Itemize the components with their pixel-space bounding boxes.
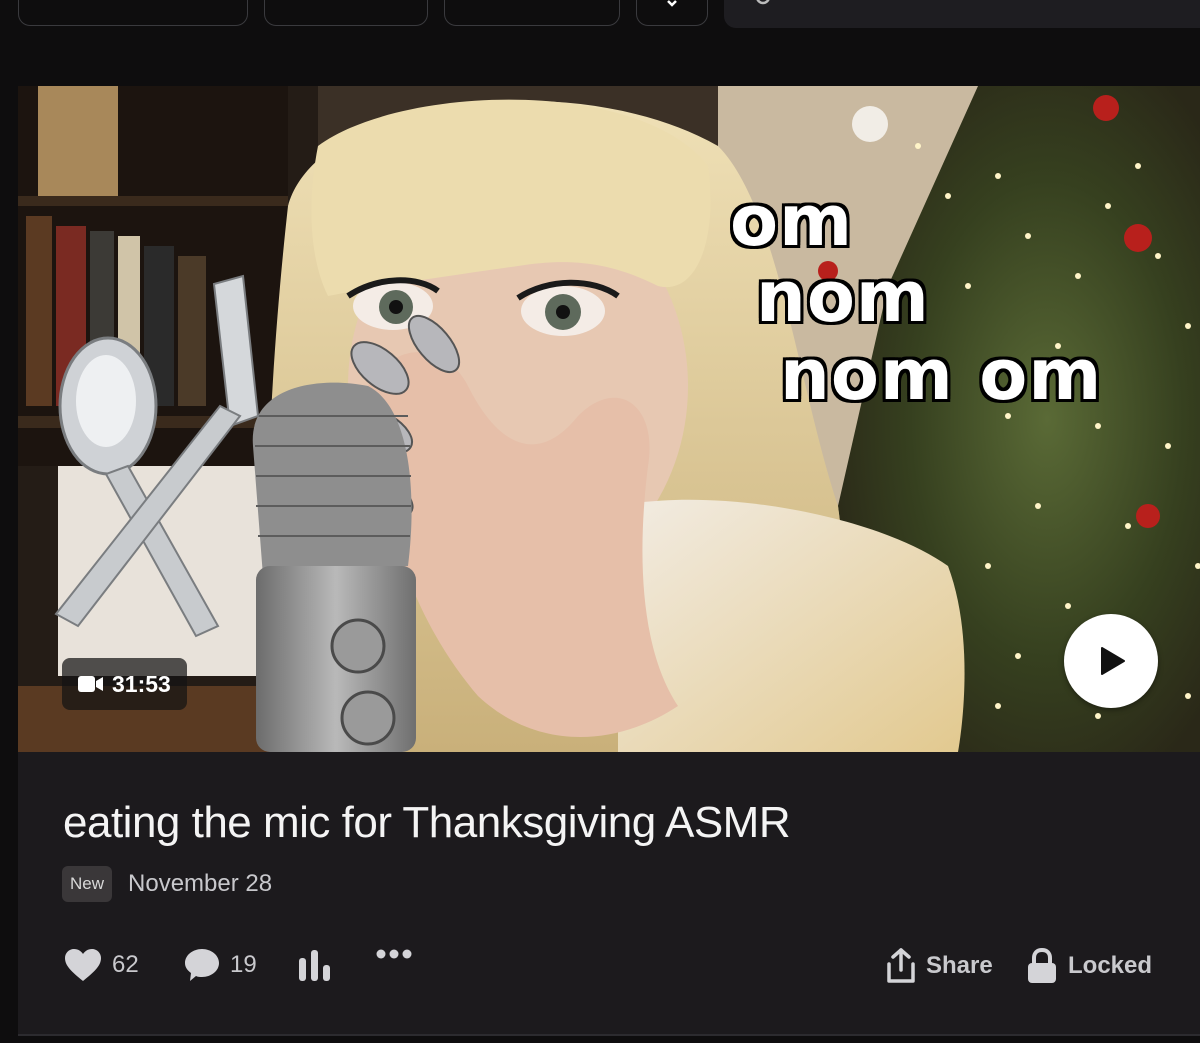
locked-label: Locked (1068, 952, 1153, 979)
thumbnail-overlay-line-1: om (730, 180, 854, 262)
sort-dropdown[interactable] (636, 0, 708, 26)
post-date: November 28 (128, 870, 273, 897)
search-input[interactable] (724, 0, 1200, 28)
duration-text: 31:53 (112, 670, 171, 697)
more-options-button[interactable] (376, 948, 412, 960)
search-icon (756, 0, 770, 5)
like-button[interactable]: 62 (64, 948, 139, 982)
lock-icon (1028, 948, 1056, 983)
post-card[interactable]: om nom nom om 31:53 eating the mic for T… (18, 86, 1200, 1034)
post-actions: 62 19 Share Locked (64, 948, 1164, 988)
share-button[interactable]: Share (886, 948, 993, 984)
play-icon (1101, 647, 1125, 675)
thumbnail-overlay-line-2: nom (756, 256, 930, 338)
duration-badge: 31:53 (62, 658, 187, 710)
video-thumbnail[interactable]: om nom nom om 31:53 (18, 86, 1200, 752)
new-badge: New (62, 866, 113, 902)
share-label: Share (926, 952, 993, 979)
heart-icon (65, 949, 101, 981)
filter-dropdown-access[interactable] (264, 0, 428, 26)
share-icon (887, 948, 915, 983)
chevron-down-icon (667, 0, 677, 7)
filter-dropdown-type[interactable] (18, 0, 248, 26)
comment-icon (185, 949, 219, 981)
more-icon (376, 949, 412, 959)
filter-bar (0, 0, 1200, 40)
thumbnail-image (18, 86, 1200, 752)
filter-dropdown-date[interactable] (444, 0, 620, 26)
stats-icon (299, 950, 330, 981)
locked-status: Locked (1026, 948, 1152, 984)
like-count: 62 (112, 951, 139, 978)
play-button[interactable] (1064, 614, 1158, 708)
post-meta: New November 28 (62, 866, 272, 902)
comment-count: 19 (230, 951, 257, 978)
stats-button[interactable] (298, 948, 332, 982)
post-title[interactable]: eating the mic for Thanksgiving ASMR (63, 798, 791, 848)
video-camera-icon (78, 676, 103, 692)
thumbnail-overlay-line-3: nom om (780, 334, 1103, 416)
comment-button[interactable]: 19 (184, 948, 257, 982)
divider (18, 1034, 1200, 1036)
